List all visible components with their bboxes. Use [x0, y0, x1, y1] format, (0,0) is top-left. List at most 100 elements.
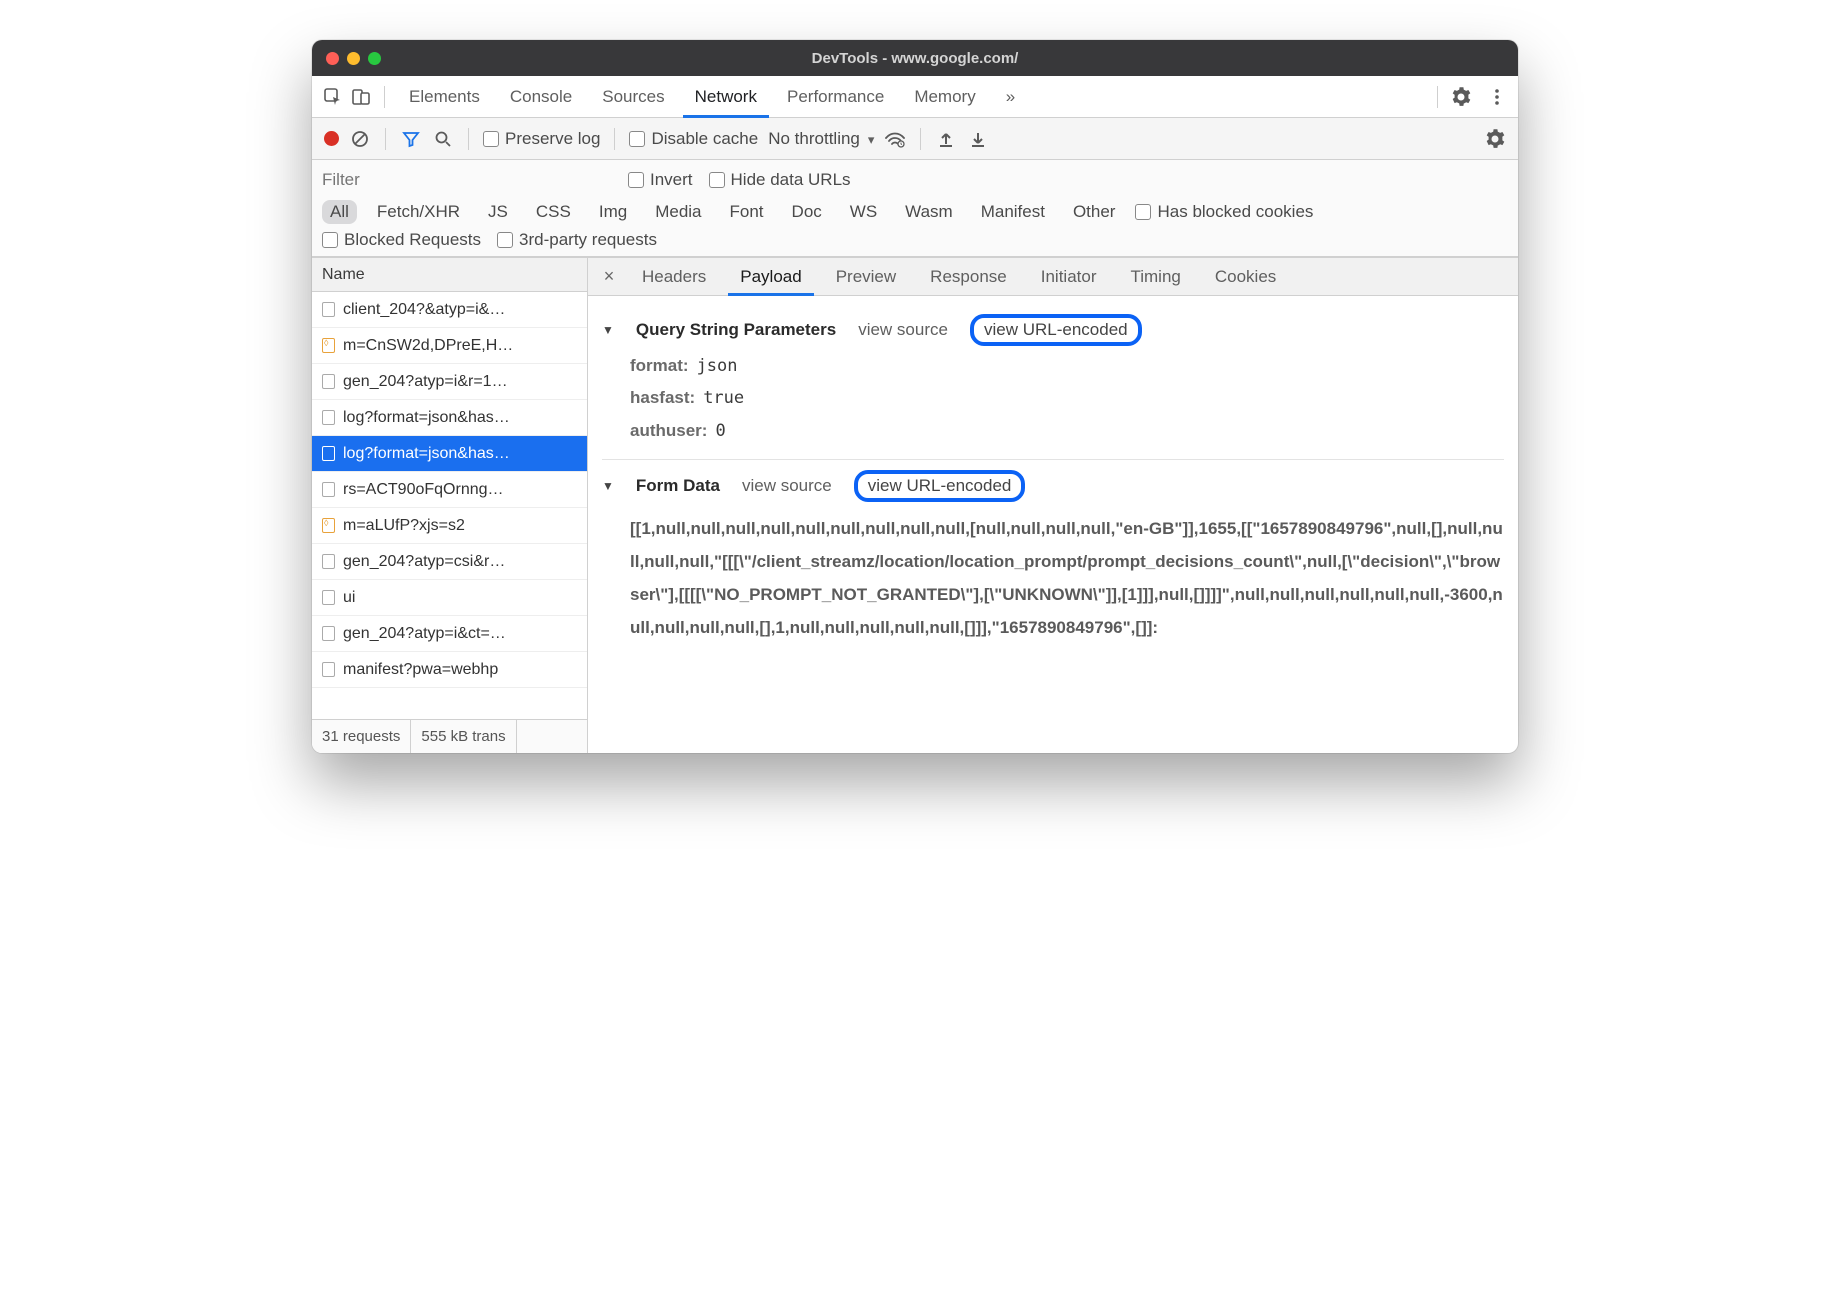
request-row[interactable]: m=aLUfP?xjs=s2 — [312, 508, 587, 544]
clear-icon[interactable] — [349, 128, 371, 150]
filter-type-other[interactable]: Other — [1065, 200, 1124, 224]
request-row[interactable]: gen_204?atyp=i&r=1… — [312, 364, 587, 400]
blocked-requests-checkbox[interactable]: Blocked Requests — [322, 230, 481, 250]
param-value: 0 — [715, 415, 725, 447]
zoom-window-button[interactable] — [368, 52, 381, 65]
request-row[interactable]: m=CnSW2d,DPreE,H… — [312, 328, 587, 364]
settings-gear-icon[interactable] — [1450, 86, 1472, 108]
tab-sources[interactable]: Sources — [590, 76, 676, 117]
request-name: log?format=json&has… — [343, 409, 510, 427]
checkbox-icon — [483, 131, 499, 147]
filter-type-js[interactable]: JS — [480, 200, 516, 224]
request-row[interactable]: rs=ACT90oFqOrnng… — [312, 472, 587, 508]
request-name: gen_204?atyp=csi&r… — [343, 553, 505, 571]
preserve-log-label: Preserve log — [505, 129, 600, 149]
filter-icon[interactable] — [400, 128, 422, 150]
checkbox-icon — [628, 172, 644, 188]
traffic-lights — [326, 52, 381, 65]
request-row[interactable]: ui — [312, 580, 587, 616]
request-row[interactable]: gen_204?atyp=csi&r… — [312, 544, 587, 580]
detail-tab-payload[interactable]: Payload — [728, 259, 813, 296]
request-name: ui — [343, 589, 355, 607]
separator — [468, 128, 469, 150]
checkbox-icon — [629, 131, 645, 147]
request-name: gen_204?atyp=i&r=1… — [343, 373, 508, 391]
form-data-title: Form Data — [636, 476, 720, 496]
filter-type-media[interactable]: Media — [647, 200, 709, 224]
form-view-source-link[interactable]: view source — [742, 476, 832, 496]
filter-type-font[interactable]: Font — [722, 200, 772, 224]
request-name: gen_204?atyp=i&ct=… — [343, 625, 506, 643]
script-file-icon — [322, 338, 335, 353]
filter-type-fetch[interactable]: Fetch/XHR — [369, 200, 468, 224]
tab-elements[interactable]: Elements — [397, 76, 492, 117]
request-row[interactable]: log?format=json&has… — [312, 400, 587, 436]
query-view-url-encoded-link[interactable]: view URL-encoded — [970, 314, 1142, 346]
preserve-log-checkbox[interactable]: Preserve log — [483, 129, 600, 149]
search-icon[interactable] — [432, 128, 454, 150]
disable-cache-checkbox[interactable]: Disable cache — [629, 129, 758, 149]
document-file-icon — [322, 482, 335, 497]
disable-cache-label: Disable cache — [651, 129, 758, 149]
device-toolbar-icon[interactable] — [350, 86, 372, 108]
request-row[interactable]: log?format=json&has… — [312, 436, 587, 472]
detail-tab-response[interactable]: Response — [918, 258, 1019, 295]
third-party-requests-checkbox[interactable]: 3rd-party requests — [497, 230, 657, 250]
form-view-url-encoded-link[interactable]: view URL-encoded — [854, 470, 1026, 502]
transfer-size: 555 kB trans — [411, 720, 516, 753]
tab-console[interactable]: Console — [498, 76, 584, 117]
blocked-requests-label: Blocked Requests — [344, 230, 481, 250]
filter-type-all[interactable]: All — [322, 200, 357, 224]
record-button[interactable] — [324, 131, 339, 146]
invert-checkbox[interactable]: Invert — [628, 170, 693, 190]
close-panel-icon[interactable]: × — [598, 266, 620, 288]
request-list-header: Name — [312, 258, 587, 292]
network-settings-gear-icon[interactable] — [1484, 128, 1506, 150]
query-view-source-link[interactable]: view source — [858, 320, 948, 340]
request-name: log?format=json&has… — [343, 445, 510, 463]
minimize-window-button[interactable] — [347, 52, 360, 65]
request-row[interactable]: gen_204?atyp=i&ct=… — [312, 616, 587, 652]
checkbox-icon — [1135, 204, 1151, 220]
disclosure-triangle-icon[interactable]: ▼ — [602, 479, 614, 493]
close-window-button[interactable] — [326, 52, 339, 65]
detail-tab-preview[interactable]: Preview — [824, 258, 908, 295]
tab-memory[interactable]: Memory — [902, 76, 987, 117]
download-har-icon[interactable] — [967, 128, 989, 150]
detail-tab-timing[interactable]: Timing — [1118, 258, 1192, 295]
filter-type-wasm[interactable]: Wasm — [897, 200, 961, 224]
detail-tab-headers[interactable]: Headers — [630, 258, 718, 295]
detail-tab-initiator[interactable]: Initiator — [1029, 258, 1109, 295]
filter-type-img[interactable]: Img — [591, 200, 635, 224]
document-file-icon — [322, 590, 335, 605]
upload-har-icon[interactable] — [935, 128, 957, 150]
filter-type-manifest[interactable]: Manifest — [973, 200, 1053, 224]
param-key: authuser: — [630, 415, 707, 447]
inspect-element-icon[interactable] — [322, 86, 344, 108]
has-blocked-cookies-checkbox[interactable]: Has blocked cookies — [1135, 202, 1313, 222]
request-name: client_204?&atyp=i&… — [343, 301, 505, 319]
hide-data-urls-checkbox[interactable]: Hide data URLs — [709, 170, 851, 190]
detail-tab-cookies[interactable]: Cookies — [1203, 258, 1288, 295]
throttling-dropdown[interactable]: No throttling — [768, 129, 874, 149]
param-value: true — [703, 382, 744, 414]
filter-type-css[interactable]: CSS — [528, 200, 579, 224]
tab-performance[interactable]: Performance — [775, 76, 896, 117]
network-conditions-icon[interactable] — [884, 128, 906, 150]
request-count: 31 requests — [312, 720, 411, 753]
script-file-icon — [322, 518, 335, 533]
disclosure-triangle-icon[interactable]: ▼ — [602, 323, 614, 337]
chevron-down-icon — [868, 129, 875, 149]
document-file-icon — [322, 554, 335, 569]
request-row[interactable]: client_204?&atyp=i&… — [312, 292, 587, 328]
tab-network[interactable]: Network — [683, 77, 769, 118]
throttling-value: No throttling — [768, 129, 860, 149]
kebab-menu-icon[interactable] — [1486, 86, 1508, 108]
request-row[interactable]: manifest?pwa=webhp — [312, 652, 587, 688]
detail-tabbar: × Headers Payload Preview Response Initi… — [588, 258, 1518, 296]
filter-type-ws[interactable]: WS — [842, 200, 885, 224]
tab-more[interactable]: » — [994, 76, 1027, 117]
window-titlebar: DevTools - www.google.com/ — [312, 40, 1518, 76]
filter-type-doc[interactable]: Doc — [784, 200, 830, 224]
filter-input[interactable] — [322, 166, 612, 194]
